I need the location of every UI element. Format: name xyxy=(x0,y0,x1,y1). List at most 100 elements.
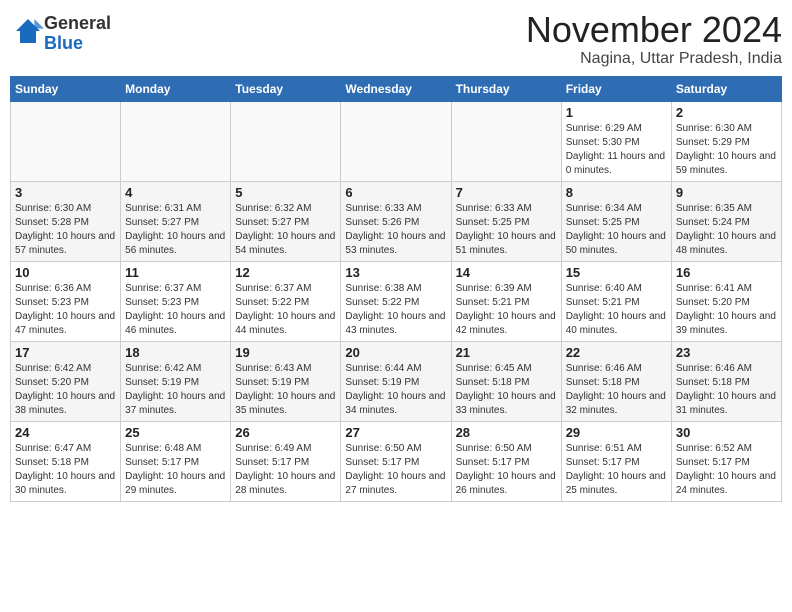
day-info: Sunrise: 6:35 AM Sunset: 5:24 PM Dayligh… xyxy=(676,202,777,258)
day-info: Sunrise: 6:50 AM Sunset: 5:17 PM Dayligh… xyxy=(456,442,557,498)
day-info: Sunrise: 6:36 AM Sunset: 5:23 PM Dayligh… xyxy=(15,282,116,338)
logo-general-text: General xyxy=(44,13,111,33)
day-number: 26 xyxy=(235,425,336,440)
calendar-week-row: 10 Sunrise: 6:36 AM Sunset: 5:23 PM Dayli… xyxy=(11,261,782,341)
day-info: Sunrise: 6:38 AM Sunset: 5:22 PM Dayligh… xyxy=(345,282,446,338)
calendar-table: SundayMondayTuesdayWednesdayThursdayFrid… xyxy=(10,76,782,502)
calendar-cell: 28Sunrise: 6:50 AM Sunset: 5:17 PM Dayli… xyxy=(451,421,561,501)
day-number: 11 xyxy=(125,265,226,280)
day-number: 16 xyxy=(676,265,777,280)
calendar-cell xyxy=(451,101,561,181)
calendar-cell: 11 Sunrise: 6:37 AM Sunset: 5:23 PM Dayli… xyxy=(121,261,231,341)
calendar-cell: 30Sunrise: 6:52 AM Sunset: 5:17 PM Dayli… xyxy=(671,421,781,501)
day-number: 21 xyxy=(456,345,557,360)
day-number: 17 xyxy=(15,345,116,360)
day-number: 12 xyxy=(235,265,336,280)
day-info: Sunrise: 6:43 AM Sunset: 5:19 PM Dayligh… xyxy=(235,362,336,418)
calendar-cell: 9 Sunrise: 6:35 AM Sunset: 5:24 PM Daylig… xyxy=(671,181,781,261)
day-number: 29 xyxy=(566,425,667,440)
calendar-cell: 14 Sunrise: 6:39 AM Sunset: 5:21 PM Dayli… xyxy=(451,261,561,341)
calendar-cell: 16 Sunrise: 6:41 AM Sunset: 5:20 PM Dayli… xyxy=(671,261,781,341)
day-header-tuesday: Tuesday xyxy=(231,76,341,101)
day-info: Sunrise: 6:33 AM Sunset: 5:25 PM Dayligh… xyxy=(456,202,557,258)
day-number: 23 xyxy=(676,345,777,360)
day-number: 3 xyxy=(15,185,116,200)
day-number: 8 xyxy=(566,185,667,200)
title-block: November 2024 Nagina, Uttar Pradesh, Ind… xyxy=(526,10,782,68)
day-info: Sunrise: 6:42 AM Sunset: 5:19 PM Dayligh… xyxy=(125,362,226,418)
day-info: Sunrise: 6:33 AM Sunset: 5:26 PM Dayligh… xyxy=(345,202,446,258)
day-number: 24 xyxy=(15,425,116,440)
day-number: 1 xyxy=(566,105,667,120)
day-info: Sunrise: 6:46 AM Sunset: 5:18 PM Dayligh… xyxy=(676,362,777,418)
calendar-cell: 1Sunrise: 6:29 AM Sunset: 5:30 PM Daylig… xyxy=(561,101,671,181)
calendar-cell: 23 Sunrise: 6:46 AM Sunset: 5:18 PM Dayli… xyxy=(671,341,781,421)
calendar-cell: 6 Sunrise: 6:33 AM Sunset: 5:26 PM Daylig… xyxy=(341,181,451,261)
day-number: 27 xyxy=(345,425,446,440)
calendar-cell xyxy=(121,101,231,181)
day-info: Sunrise: 6:47 AM Sunset: 5:18 PM Dayligh… xyxy=(15,442,116,498)
day-number: 9 xyxy=(676,185,777,200)
calendar-header-row: SundayMondayTuesdayWednesdayThursdayFrid… xyxy=(11,76,782,101)
calendar-week-row: 17 Sunrise: 6:42 AM Sunset: 5:20 PM Dayli… xyxy=(11,341,782,421)
calendar-cell: 25 Sunrise: 6:48 AM Sunset: 5:17 PM Dayli… xyxy=(121,421,231,501)
day-number: 13 xyxy=(345,265,446,280)
day-header-thursday: Thursday xyxy=(451,76,561,101)
calendar-cell: 5Sunrise: 6:32 AM Sunset: 5:27 PM Daylig… xyxy=(231,181,341,261)
day-info: Sunrise: 6:39 AM Sunset: 5:21 PM Dayligh… xyxy=(456,282,557,338)
calendar-cell: 17 Sunrise: 6:42 AM Sunset: 5:20 PM Dayli… xyxy=(11,341,121,421)
calendar-cell: 8 Sunrise: 6:34 AM Sunset: 5:25 PM Daylig… xyxy=(561,181,671,261)
day-info: Sunrise: 6:41 AM Sunset: 5:20 PM Dayligh… xyxy=(676,282,777,338)
day-number: 18 xyxy=(125,345,226,360)
day-number: 20 xyxy=(345,345,446,360)
day-info: Sunrise: 6:37 AM Sunset: 5:22 PM Dayligh… xyxy=(235,282,336,338)
day-number: 6 xyxy=(345,185,446,200)
day-header-sunday: Sunday xyxy=(11,76,121,101)
month-title: November 2024 xyxy=(526,10,782,50)
logo-icon xyxy=(12,15,44,47)
day-info: Sunrise: 6:51 AM Sunset: 5:17 PM Dayligh… xyxy=(566,442,667,498)
day-info: Sunrise: 6:45 AM Sunset: 5:18 PM Dayligh… xyxy=(456,362,557,418)
calendar-cell: 27Sunrise: 6:50 AM Sunset: 5:17 PM Dayli… xyxy=(341,421,451,501)
logo-blue-text: Blue xyxy=(44,33,83,53)
day-header-wednesday: Wednesday xyxy=(341,76,451,101)
calendar-week-row: 1Sunrise: 6:29 AM Sunset: 5:30 PM Daylig… xyxy=(11,101,782,181)
day-number: 19 xyxy=(235,345,336,360)
page-header: General Blue November 2024 Nagina, Uttar… xyxy=(10,10,782,68)
calendar-cell: 3 Sunrise: 6:30 AM Sunset: 5:28 PM Daylig… xyxy=(11,181,121,261)
day-number: 15 xyxy=(566,265,667,280)
day-info: Sunrise: 6:48 AM Sunset: 5:17 PM Dayligh… xyxy=(125,442,226,498)
calendar-week-row: 3 Sunrise: 6:30 AM Sunset: 5:28 PM Daylig… xyxy=(11,181,782,261)
day-number: 14 xyxy=(456,265,557,280)
day-info: Sunrise: 6:49 AM Sunset: 5:17 PM Dayligh… xyxy=(235,442,336,498)
day-info: Sunrise: 6:40 AM Sunset: 5:21 PM Dayligh… xyxy=(566,282,667,338)
calendar-cell: 12 Sunrise: 6:37 AM Sunset: 5:22 PM Dayli… xyxy=(231,261,341,341)
day-header-friday: Friday xyxy=(561,76,671,101)
calendar-cell: 22Sunrise: 6:46 AM Sunset: 5:18 PM Dayli… xyxy=(561,341,671,421)
day-number: 2 xyxy=(676,105,777,120)
calendar-week-row: 24 Sunrise: 6:47 AM Sunset: 5:18 PM Dayli… xyxy=(11,421,782,501)
day-header-monday: Monday xyxy=(121,76,231,101)
calendar-cell: 26 Sunrise: 6:49 AM Sunset: 5:17 PM Dayli… xyxy=(231,421,341,501)
calendar-cell: 29 Sunrise: 6:51 AM Sunset: 5:17 PM Dayli… xyxy=(561,421,671,501)
day-info: Sunrise: 6:37 AM Sunset: 5:23 PM Dayligh… xyxy=(125,282,226,338)
calendar-cell: 7Sunrise: 6:33 AM Sunset: 5:25 PM Daylig… xyxy=(451,181,561,261)
calendar-cell: 19 Sunrise: 6:43 AM Sunset: 5:19 PM Dayli… xyxy=(231,341,341,421)
day-number: 25 xyxy=(125,425,226,440)
day-info: Sunrise: 6:52 AM Sunset: 5:17 PM Dayligh… xyxy=(676,442,777,498)
day-info: Sunrise: 6:42 AM Sunset: 5:20 PM Dayligh… xyxy=(15,362,116,418)
day-number: 4 xyxy=(125,185,226,200)
day-info: Sunrise: 6:31 AM Sunset: 5:27 PM Dayligh… xyxy=(125,202,226,258)
day-number: 10 xyxy=(15,265,116,280)
calendar-cell: 24 Sunrise: 6:47 AM Sunset: 5:18 PM Dayli… xyxy=(11,421,121,501)
calendar-cell: 2 Sunrise: 6:30 AM Sunset: 5:29 PM Daylig… xyxy=(671,101,781,181)
calendar-cell: 20Sunrise: 6:44 AM Sunset: 5:19 PM Dayli… xyxy=(341,341,451,421)
location-subtitle: Nagina, Uttar Pradesh, India xyxy=(526,50,782,68)
day-info: Sunrise: 6:30 AM Sunset: 5:29 PM Dayligh… xyxy=(676,122,777,178)
calendar-cell: 21 Sunrise: 6:45 AM Sunset: 5:18 PM Dayli… xyxy=(451,341,561,421)
day-number: 22 xyxy=(566,345,667,360)
day-info: Sunrise: 6:34 AM Sunset: 5:25 PM Dayligh… xyxy=(566,202,667,258)
day-header-saturday: Saturday xyxy=(671,76,781,101)
logo: General Blue xyxy=(10,14,111,54)
day-info: Sunrise: 6:30 AM Sunset: 5:28 PM Dayligh… xyxy=(15,202,116,258)
